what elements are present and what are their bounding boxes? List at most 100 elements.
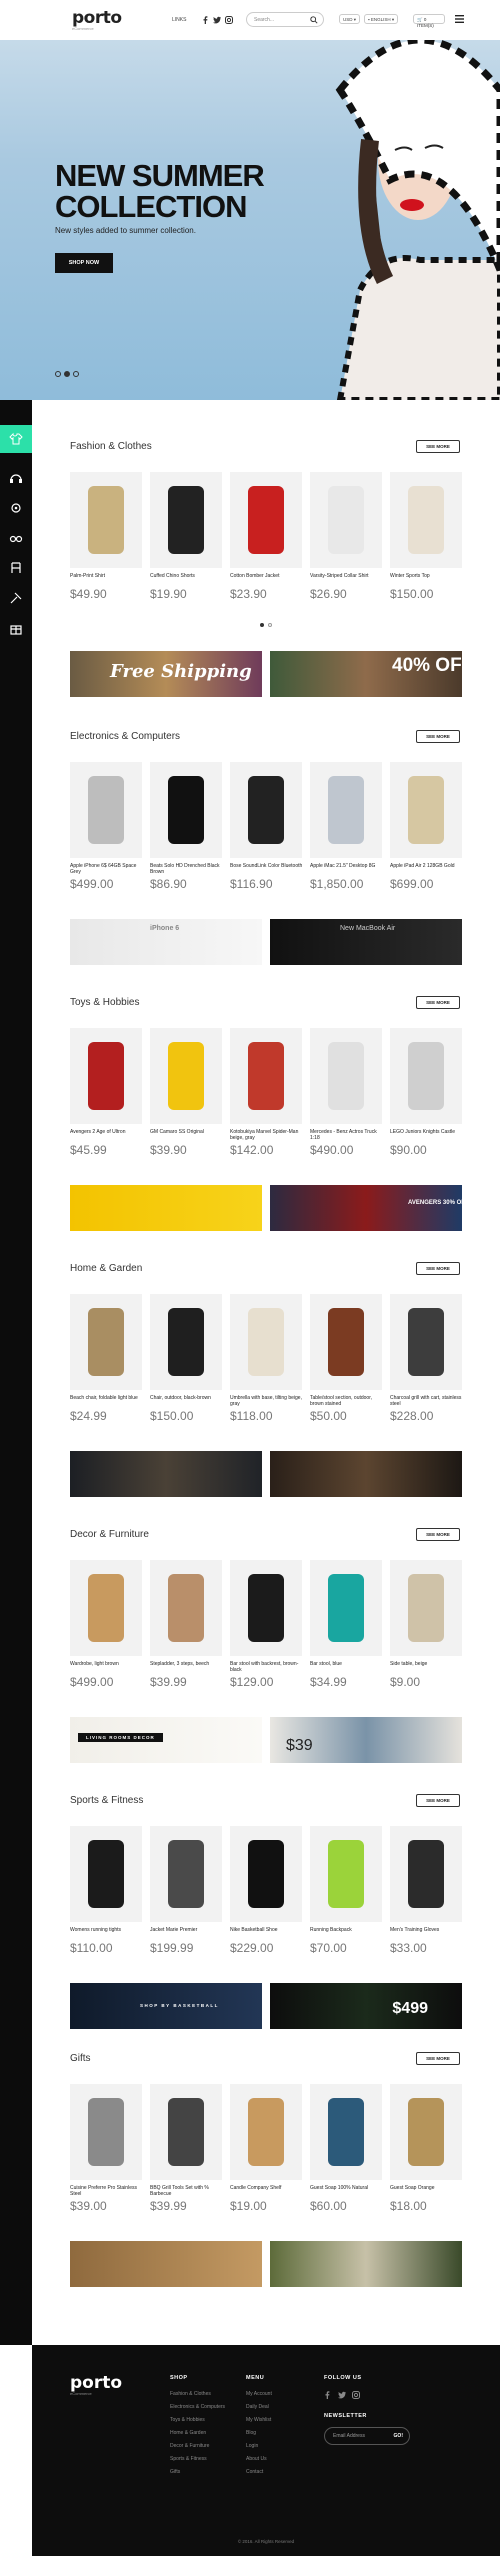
footer-menu-link[interactable]: My Account (246, 2391, 304, 2397)
product-name[interactable]: LEGO Juniors Knights Castle (390, 1129, 464, 1135)
product-image[interactable] (390, 1294, 462, 1390)
promo-banner[interactable] (270, 2241, 462, 2287)
footer-shop-link[interactable]: Sports & Fitness (170, 2456, 228, 2462)
product-name[interactable]: Nike Basketball Shoe (230, 1927, 304, 1933)
product-image[interactable] (390, 1560, 462, 1656)
product-name[interactable]: Apple iPhone 6$ 64GB Space Grey (70, 863, 144, 875)
product-image[interactable] (230, 472, 302, 568)
product-image[interactable] (310, 1028, 382, 1124)
product-image[interactable] (310, 2084, 382, 2180)
footer-shop-link[interactable]: Electronics & Computers (170, 2404, 228, 2410)
menu-icon[interactable] (455, 15, 464, 23)
product-image[interactable] (390, 472, 462, 568)
product-image[interactable] (310, 1560, 382, 1656)
product-name[interactable]: Beats Solo HD Drenched Black Brown (150, 863, 224, 875)
promo-banner[interactable]: Free Shipping (70, 651, 262, 697)
product-name[interactable]: Wardrobe, light brown (70, 1661, 144, 1667)
product-name[interactable]: Guest Soap 100% Natural (310, 2185, 384, 2191)
footer-twitter-icon[interactable] (338, 2391, 346, 2399)
product-image[interactable] (390, 2084, 462, 2180)
product-image[interactable] (70, 2084, 142, 2180)
promo-banner[interactable]: $39 (270, 1717, 462, 1763)
product-name[interactable]: Mercedes - Benz Actros Truck 1:18 (310, 1129, 384, 1141)
gift-icon[interactable] (9, 621, 23, 635)
product-image[interactable] (230, 762, 302, 858)
see-more-button-decor-furniture[interactable]: SEE MORE (416, 1528, 460, 1541)
product-image[interactable] (70, 1560, 142, 1656)
product-image[interactable] (70, 1826, 142, 1922)
product-image[interactable] (70, 1028, 142, 1124)
footer-shop-link[interactable]: Fashion & Clothes (170, 2391, 228, 2397)
product-image[interactable] (150, 1560, 222, 1656)
see-more-button-home-garden[interactable]: SEE MORE (416, 1262, 460, 1275)
product-name[interactable]: Winter Sports Top (390, 573, 464, 579)
product-image[interactable] (310, 472, 382, 568)
links-dropdown[interactable]: LINKS (172, 17, 186, 23)
promo-banner[interactable]: $499 (270, 1983, 462, 2029)
product-name[interactable]: Running Backpack (310, 1927, 384, 1933)
footer-menu-link[interactable]: Daily Deal (246, 2404, 304, 2410)
product-name[interactable]: Chair, outdoor, black-brown (150, 1395, 224, 1401)
product-name[interactable]: Men's Training Gloves (390, 1927, 464, 1933)
product-image[interactable] (230, 1028, 302, 1124)
product-name[interactable]: Apple iMac 21.5" Desktop 8G (310, 863, 384, 869)
product-image[interactable] (150, 472, 222, 568)
product-name[interactable]: Candle Company Shelf (230, 2185, 304, 2191)
product-name[interactable]: Bose SoundLink Color Bluetooth (230, 863, 304, 869)
footer-shop-link[interactable]: Toys & Hobbies (170, 2417, 228, 2423)
promo-banner[interactable]: iPhone 6 (70, 919, 262, 965)
product-image[interactable] (310, 762, 382, 858)
product-name[interactable]: Stepladder, 3 steps, beech (150, 1661, 224, 1667)
product-name[interactable]: BBQ Grill Tools Set with % Barbecue (150, 2185, 224, 2197)
product-image[interactable] (150, 762, 222, 858)
promo-banner[interactable] (270, 1451, 462, 1497)
product-image[interactable] (390, 762, 462, 858)
product-name[interactable]: Bar stool with backrest, brown-black (230, 1661, 304, 1673)
footer-instagram-icon[interactable] (352, 2391, 360, 2399)
footer-shop-link[interactable]: Decor & Furniture (170, 2443, 228, 2449)
product-image[interactable] (310, 1294, 382, 1390)
footer-menu-link[interactable]: Contact (246, 2469, 304, 2475)
headphones-icon[interactable] (9, 471, 23, 485)
promo-banner[interactable]: 40% OFF (270, 651, 462, 697)
product-name[interactable]: Guest Soap Orange (390, 2185, 464, 2191)
see-more-button-electronics-computers[interactable]: SEE MORE (416, 730, 460, 743)
product-image[interactable] (70, 762, 142, 858)
instagram-icon[interactable] (225, 16, 233, 24)
footer-menu-link[interactable]: About Us (246, 2456, 304, 2462)
newsletter-submit-button[interactable]: GO! (394, 2433, 403, 2439)
product-image[interactable] (390, 1826, 462, 1922)
footer-menu-link[interactable]: Blog (246, 2430, 304, 2436)
toy-icon[interactable] (9, 501, 23, 515)
product-name[interactable]: Womens running tights (70, 1927, 144, 1933)
newsletter-email-input[interactable]: Email Address GO! (324, 2427, 410, 2445)
product-image[interactable] (230, 1560, 302, 1656)
promo-banner[interactable]: AVENGERS 30% OFF (270, 1185, 462, 1231)
promo-banner[interactable] (70, 1451, 262, 1497)
glasses-icon[interactable] (9, 531, 23, 545)
product-image[interactable] (150, 2084, 222, 2180)
product-name[interactable]: Side table, beige (390, 1661, 464, 1667)
product-name[interactable]: Kotobukiya Marvel Spider-Man beige, gray (230, 1129, 304, 1141)
product-name[interactable]: Palm-Print Shirt (70, 573, 144, 579)
product-name[interactable]: Cuffed Chino Shorts (150, 573, 224, 579)
product-name[interactable]: Table/stool section, outdoor, brown stai… (310, 1395, 384, 1407)
currency-select[interactable]: USD ▾ (339, 14, 361, 24)
product-image[interactable] (150, 1028, 222, 1124)
product-image[interactable] (150, 1826, 222, 1922)
product-image[interactable] (230, 1826, 302, 1922)
product-name[interactable]: Beach chair, foldable light blue (70, 1395, 144, 1401)
product-name[interactable]: Jacket Marie Premier (150, 1927, 224, 1933)
promo-banner[interactable]: LIVING ROOMS DECOR (70, 1717, 262, 1763)
language-select[interactable]: ▪ ENGLISH ▾ (364, 14, 399, 24)
shop-now-button[interactable]: SHOP NOW (55, 253, 113, 273)
footer-shop-link[interactable]: Gifts (170, 2469, 228, 2475)
product-name[interactable]: Charcoal grill with cart, stainless stee… (390, 1395, 464, 1407)
slider-dot-3[interactable] (73, 371, 79, 377)
footer-logo[interactable]: porto (70, 2373, 122, 2393)
product-name[interactable]: GM Camaro SS Original (150, 1129, 224, 1135)
search-input[interactable]: Search... (246, 12, 324, 27)
promo-banner[interactable]: New MacBook Air (270, 919, 462, 965)
sports-icon[interactable] (9, 591, 23, 605)
see-more-button-gifts[interactable]: SEE MORE (416, 2052, 460, 2065)
